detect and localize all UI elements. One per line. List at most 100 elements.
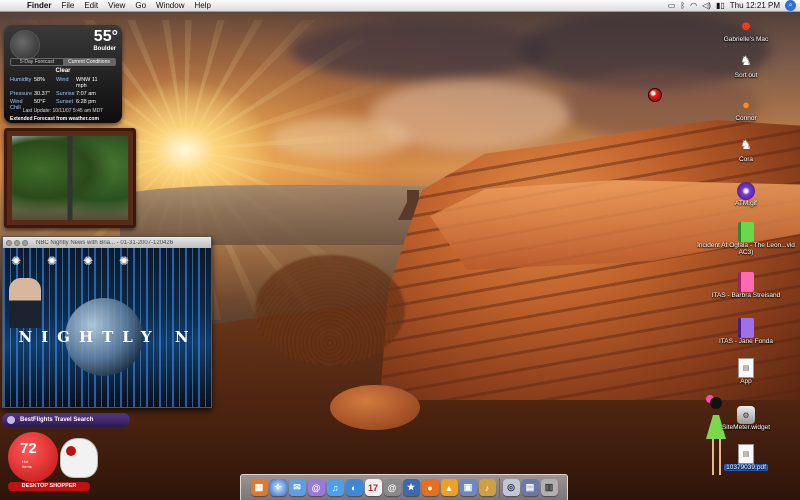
nbc-peacock-icon: ✺: [47, 254, 58, 268]
shopper-subtext-line: Items: [22, 464, 32, 469]
menu-app-name[interactable]: Finder: [22, 0, 56, 12]
bestflights-menu-icon[interactable]: [7, 416, 15, 424]
garageband-icon[interactable]: ♪: [478, 479, 496, 496]
desktop-icon-atm-gif[interactable]: ATM.gif: [696, 182, 796, 207]
menu-extras: ▭ ᛒ ◠ ◁) ▮▯ Thu 12:21 PM ⌕: [668, 0, 800, 12]
documents-icon[interactable]: ▤: [521, 479, 539, 496]
minimize-button[interactable]: [14, 239, 20, 246]
desktop-icon-connor[interactable]: ● Connor: [696, 93, 796, 123]
devil-icon: ☻: [739, 17, 753, 33]
menu-go[interactable]: Go: [130, 0, 151, 12]
desktop-icon-incident-at-oglala[interactable]: Incident At Oglala - The Leon...vid AC3): [696, 222, 796, 256]
ical-icon[interactable]: 17: [364, 479, 382, 496]
photo-frame-widget[interactable]: [4, 128, 136, 228]
widget-icon: ⚙: [737, 406, 755, 424]
nbc-peacock-icon: ✺: [11, 254, 22, 268]
video-title: NBC Nightly News with Bria... - 01-31-20…: [36, 239, 174, 246]
book-icon: [738, 318, 754, 338]
safari-icon[interactable]: ✧: [269, 479, 287, 496]
imovie-icon[interactable]: ★: [402, 479, 420, 496]
photo-icon[interactable]: ▦: [250, 479, 268, 496]
red-ball-icon[interactable]: [648, 88, 662, 102]
menu-clock[interactable]: Thu 12:21 PM: [730, 0, 780, 12]
video-titlebar[interactable]: NBC Nightly News with Bria... - 01-31-20…: [3, 237, 211, 248]
weather-tabs: 5-Day Forecast Current Conditions: [10, 58, 116, 66]
photo-image: [12, 136, 128, 220]
weather-label: Wind: [56, 77, 69, 83]
wallpaper-boulder: [330, 385, 420, 430]
desktop-icon-label: Sort out: [734, 72, 758, 79]
book-icon: [738, 272, 754, 292]
video-player-window[interactable]: NBC Nightly News with Bria... - 01-31-20…: [2, 236, 212, 408]
weather-value: 30.37": [34, 91, 50, 97]
pumpkin-icon[interactable]: ●: [421, 479, 439, 496]
weather-label: Humidity: [10, 77, 32, 83]
menu-view[interactable]: View: [103, 0, 130, 12]
preview-icon[interactable]: ▣: [459, 479, 477, 496]
desktop-icon-label: ATM.gif: [735, 200, 757, 207]
video-overlay-text: NIGHTLY N: [18, 328, 198, 346]
volume-icon[interactable]: ◁): [702, 0, 711, 12]
wifi-icon[interactable]: ◠: [690, 0, 697, 12]
pumpkin-icon: ●: [742, 96, 750, 112]
desktop-icon-label: SiteMeter.widget: [721, 424, 771, 431]
desktop-icon-app[interactable]: ▤ App: [696, 358, 796, 385]
menu-help[interactable]: Help: [189, 0, 215, 12]
addressbook-icon[interactable]: @: [383, 479, 401, 496]
weather-widget[interactable]: 55° Boulder 5-Day Forecast Current Condi…: [4, 25, 122, 123]
tab-5-day-forecast[interactable]: 5-Day Forecast: [11, 59, 63, 65]
zoom-button[interactable]: [22, 239, 28, 246]
menu-window[interactable]: Window: [151, 0, 189, 12]
document-icon: ▤: [738, 358, 754, 378]
dock: ▦ ✧ ✉ @ ♫ ◐ 17 @ ★ ● ▲ ▣ ♪ ◎ ▤ ▥: [240, 474, 568, 500]
desktop-icons: ☻ Gabrielle's Mac ♞ Sort out ● Connor ♞ …: [680, 14, 800, 484]
nbc-peacock-icon: ✺: [119, 254, 130, 268]
itunes-icon[interactable]: ♫: [326, 479, 344, 496]
bestflights-widget[interactable]: BestFlights Travel Search: [2, 413, 130, 427]
shopper-label[interactable]: DESKTOP SHOPPER: [8, 482, 90, 491]
desktop-icon-sort-out[interactable]: ♞ Sort out: [696, 50, 796, 79]
shopper-price: 72: [20, 440, 37, 457]
nbc-peacock-icon: ✺: [83, 254, 94, 268]
video-screen[interactable]: ✺ ✺ ✺ ✺ NIGHTLY N: [3, 248, 211, 407]
tab-current-conditions[interactable]: Current Conditions: [63, 59, 115, 65]
weather-last-update: Last Update: 10/11/07 5:45 am MDT: [22, 108, 104, 114]
menu-edit[interactable]: Edit: [79, 0, 103, 12]
desktop-icon-cora[interactable]: ♞ Cora: [696, 134, 796, 163]
pdf-icon: ▤: [738, 444, 754, 464]
cat-icon: ♞: [740, 53, 752, 68]
weather-label: Sunrise: [56, 91, 75, 97]
trash-icon[interactable]: ▥: [540, 479, 558, 496]
spotlight-search-icon[interactable]: ⌕: [785, 0, 796, 11]
vlc-icon[interactable]: ▲: [440, 479, 458, 496]
desktop-icon-label: ITAS - Barbra Streisand: [711, 292, 781, 299]
network-icon[interactable]: ◎: [502, 479, 520, 496]
shopper-subtext: Hot Items: [22, 459, 32, 469]
bluetooth-icon[interactable]: ᛒ: [680, 0, 685, 12]
desktop-icon-pdf[interactable]: ▤ 10379039.pdf: [696, 444, 796, 471]
iphoto-icon[interactable]: ◐: [345, 479, 363, 496]
weather-temperature: 55°: [93, 28, 118, 45]
menu-file[interactable]: File: [56, 0, 79, 12]
desktop-icon-label-selected: 10379039.pdf: [724, 464, 768, 471]
dock-separator: [498, 477, 500, 498]
moon-icon: [10, 30, 40, 60]
display-icon[interactable]: ▭: [668, 0, 676, 12]
ichat-icon[interactable]: ✉: [288, 479, 306, 496]
dog-eye-patch: [66, 446, 76, 456]
mail-icon[interactable]: @: [307, 479, 325, 496]
weather-extended-link[interactable]: Extended Forecast from weather.com: [10, 116, 99, 122]
cat-icon: ♞: [740, 137, 752, 152]
desktop-icon-label: Cora: [738, 156, 754, 163]
desktop-icon-gabrielles-mac[interactable]: ☻ Gabrielle's Mac: [696, 14, 796, 44]
book-icon: [738, 222, 754, 242]
desktop-shopper-widget[interactable]: 72 Hot Items DESKTOP SHOPPER: [8, 432, 100, 492]
close-button[interactable]: [6, 239, 12, 246]
weather-label: Pressure: [10, 91, 33, 97]
desktop-icon-itas-jane-fonda[interactable]: ITAS - Jane Fonda: [696, 318, 796, 345]
battery-icon[interactable]: ▮▯: [716, 0, 725, 12]
dog-mascot-icon: [60, 438, 98, 478]
desktop-icon-sitemeter-widget[interactable]: ⚙ SiteMeter.widget: [696, 406, 796, 431]
weather-condition: Clear: [55, 68, 71, 74]
desktop-icon-itas-barbra-streisand[interactable]: ITAS - Barbra Streisand: [696, 272, 796, 299]
